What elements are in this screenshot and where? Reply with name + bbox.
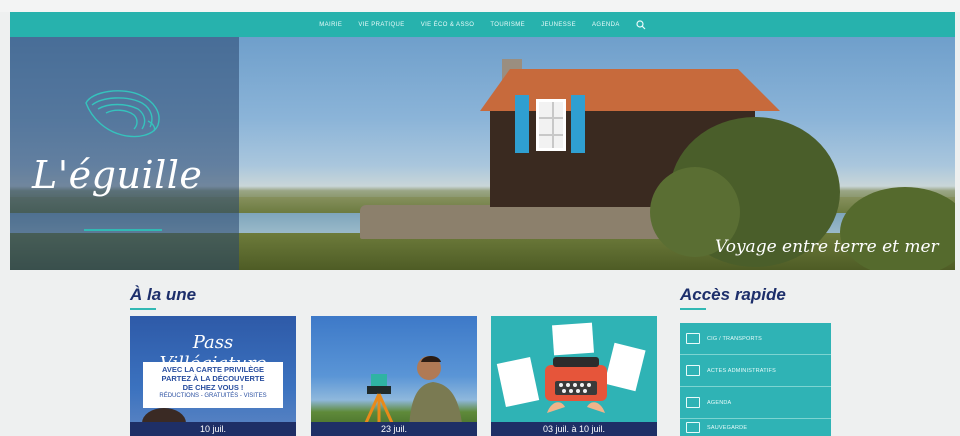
news-card-typewriter[interactable]: 03 juil. à 10 juil. [491,316,657,436]
logo-divider [84,229,162,231]
quick-item-label: Actes administratifs [707,367,776,374]
logo-panel: L'éguille [10,37,239,270]
nav-item-agenda[interactable]: Agenda [592,22,620,28]
card-date: 03 juil. à 10 juil. [491,422,657,436]
left-shutter [515,95,529,153]
oyster-icon [85,90,160,138]
typewriter-image [545,357,607,413]
calendar-icon [686,397,700,408]
card-date: 10 juil. [130,422,296,436]
nav-item-jeunesse[interactable]: Jeunesse [541,22,576,28]
quick-item-actes-administratifs[interactable]: Actes administratifs [680,355,831,387]
folder-icon [686,422,700,433]
main-nav: Mairie Vie pratique Vie éco & asso Touri… [10,12,955,37]
search-icon[interactable] [636,19,646,30]
nav-item-mairie[interactable]: Mairie [319,22,342,28]
paper-sheet [496,356,540,408]
site-name[interactable]: L'éguille [32,153,232,197]
promo-line: Avec la carte privilège [161,365,265,374]
cabin-window [536,99,566,151]
quick-item-sauvegarde[interactable]: Sauvegarde [680,419,831,436]
id-card-icon [686,333,700,344]
promo-line: de chez vous ! [182,383,244,392]
nav-item-vie-pratique[interactable]: Vie pratique [358,22,404,28]
promo-line: partez à la découverte [161,374,265,383]
quick-access-underline [680,308,706,310]
nav-item-vie-eco-asso[interactable]: Vie éco & asso [421,22,475,28]
quick-access-title: Accès rapide [680,285,786,304]
card-promo-box: Avec la carte privilège partez à la déco… [143,362,283,408]
quick-item-agenda[interactable]: Agenda [680,387,831,419]
document-icon [686,365,700,376]
quick-item-label: Cig / Transports [707,335,762,342]
quick-item-label: Sauvegarde [707,424,748,431]
top-strip [0,0,960,12]
news-card-pass[interactable]: Pass Villégiature Avec la carte privilèg… [130,316,296,436]
quick-item-label: Agenda [707,399,732,406]
news-title-underline [130,308,156,310]
stone-wall [360,205,680,239]
quick-access-list: Cig / Transports Actes administratifs Ag… [680,323,831,436]
quick-item-cig-transports[interactable]: Cig / Transports [680,323,831,355]
news-title: À la une [130,285,197,304]
nav-item-tourisme[interactable]: Tourisme [490,22,525,28]
promo-subline: Réductions - gratuités - visites [159,393,267,399]
hero-banner: L'éguille Voyage entre terre et mer [10,37,955,270]
news-card-surveyor[interactable]: 23 juil. [311,316,477,436]
right-shutter [571,95,585,153]
card-date: 23 juil. [311,422,477,436]
hero-tagline: Voyage entre terre et mer [715,237,939,257]
